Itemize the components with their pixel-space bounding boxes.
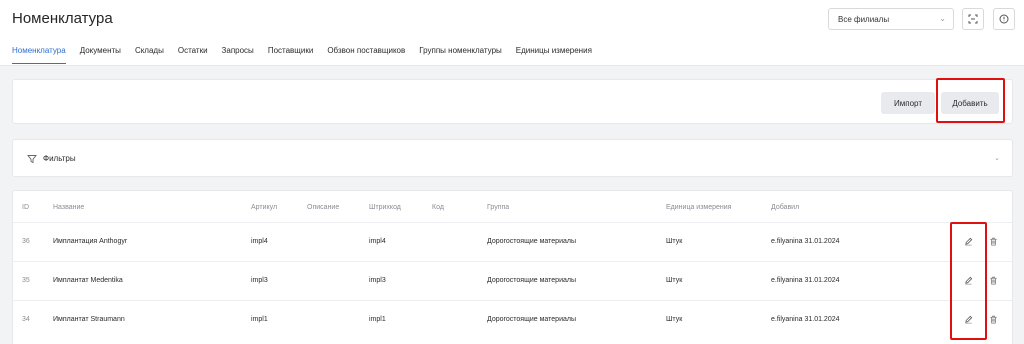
column-header-code: Код (432, 204, 444, 211)
tab-requests[interactable]: Запросы (222, 46, 254, 64)
row-barcode: impl4 (369, 238, 386, 245)
actions-panel: Импорт Добавить (12, 78, 1013, 124)
fullscreen-icon (968, 14, 978, 24)
row-barcode: impl3 (369, 277, 386, 284)
row-group: Дорогостоящие материалы (487, 316, 576, 323)
trash-icon[interactable] (989, 237, 998, 246)
branch-select-value: Все филиалы (838, 15, 890, 24)
row-added-by: e.filyanina 31.01.2024 (771, 316, 840, 323)
trash-icon[interactable] (989, 276, 998, 285)
row-barcode: impl1 (369, 316, 386, 323)
filters-label: Фильтры (43, 154, 76, 163)
column-header-unit: Единица измерения (666, 204, 732, 211)
row-id: 34 (22, 316, 30, 323)
filters-panel[interactable]: Фильтры ⌄ (12, 139, 1013, 177)
info-button[interactable] (993, 8, 1015, 30)
tab-stock[interactable]: Остатки (178, 46, 208, 64)
nomenclature-table: ID Название Артикул Описание Штрихкод Ко… (12, 190, 1013, 344)
column-header-id: ID (22, 204, 29, 211)
row-group: Дорогостоящие материалы (487, 238, 576, 245)
filter-icon (27, 155, 37, 164)
tab-bar: Номенклатура Документы Склады Остатки За… (12, 46, 606, 64)
row-unit: Штук (666, 316, 683, 323)
table-row[interactable]: 35 Имплантат Medentika impl3 impl3 Дорог… (13, 261, 1012, 300)
branch-select[interactable]: Все филиалы ⌄ (828, 8, 954, 30)
row-article: impl4 (251, 238, 268, 245)
tab-nomenclature[interactable]: Номенклатура (12, 46, 66, 64)
row-name: Имплантация Anthogyr (53, 238, 128, 245)
info-icon (999, 14, 1009, 24)
column-header-barcode: Штрихкод (369, 204, 401, 211)
column-header-article: Артикул (251, 204, 278, 211)
column-header-added-by: Добавил (771, 204, 800, 211)
trash-icon[interactable] (989, 315, 998, 324)
row-added-by: e.filyanina 31.01.2024 (771, 238, 840, 245)
column-header-group: Группа (487, 204, 510, 211)
row-unit: Штук (666, 277, 683, 284)
row-id: 36 (22, 238, 30, 245)
highlight-box-edit (950, 222, 987, 340)
row-name: Имплантат Straumann (53, 316, 125, 323)
row-id: 35 (22, 277, 30, 284)
tab-suppliers[interactable]: Поставщики (268, 46, 314, 64)
table-row[interactable]: 34 Имплантат Straumann impl1 impl1 Дорог… (13, 300, 1012, 339)
top-bar: Номенклатура Все филиалы ⌄ Номенклатура … (0, 0, 1024, 66)
column-header-description: Описание (307, 204, 340, 211)
column-header-name: Название (53, 204, 85, 211)
tab-warehouses[interactable]: Склады (135, 46, 164, 64)
tab-nomenclature-groups[interactable]: Группы номенклатуры (419, 46, 502, 64)
import-button[interactable]: Импорт (881, 92, 935, 114)
row-article: impl3 (251, 277, 268, 284)
row-unit: Штук (666, 238, 683, 245)
row-article: impl1 (251, 316, 268, 323)
row-group: Дорогостоящие материалы (487, 277, 576, 284)
table-row[interactable]: 36 Имплантация Anthogyr impl4 impl4 Доро… (13, 222, 1012, 261)
chevron-down-icon: ⌄ (994, 155, 1000, 162)
page-title: Номенклатура (12, 10, 113, 27)
row-added-by: e.filyanina 31.01.2024 (771, 277, 840, 284)
row-name: Имплантат Medentika (53, 277, 123, 284)
fullscreen-button[interactable] (962, 8, 984, 30)
tab-units[interactable]: Единицы измерения (516, 46, 592, 64)
tab-documents[interactable]: Документы (80, 46, 121, 64)
chevron-down-icon: ⌄ (939, 14, 946, 23)
tab-supplier-calls[interactable]: Обзвон поставщиков (327, 46, 405, 64)
highlight-box-add (936, 78, 1005, 123)
